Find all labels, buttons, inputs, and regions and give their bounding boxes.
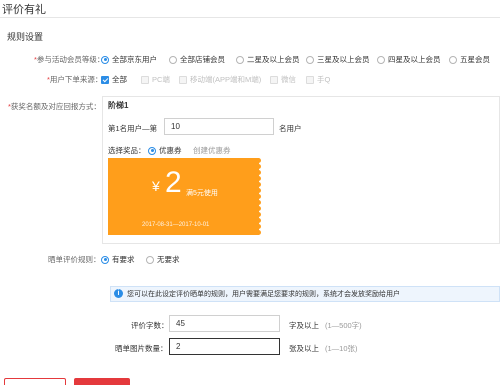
option-label: 无要求 (157, 255, 180, 264)
word-count-input[interactable]: 45 (169, 315, 280, 332)
word-count-label: 评价字数： (131, 321, 169, 330)
order-source-wechat[interactable]: 微信 (270, 74, 296, 85)
radio-icon (449, 55, 457, 64)
order-source-label-text: 用户下单来源： (49, 75, 103, 84)
checkbox-checked-icon (101, 75, 109, 84)
checkbox-icon (270, 75, 278, 84)
option-label: PC端 (152, 75, 170, 84)
option-label: 五星会员 (460, 55, 490, 64)
radio-icon (306, 55, 314, 64)
primary-button[interactable] (74, 378, 130, 385)
coupon-condition: 满5元使用 (186, 190, 218, 197)
word-count-hint: (1—500字) (325, 321, 362, 330)
radio-icon-selected (101, 55, 109, 64)
option-label: 二星及以上会员 (247, 55, 300, 64)
image-count-hint: (1—10张) (325, 344, 358, 353)
reward-label: *获奖名额及对应回报方式： (8, 102, 101, 111)
option-label: 全部京东用户 (112, 55, 157, 64)
secondary-button[interactable] (4, 378, 66, 385)
review-rule-none[interactable]: 无要求 (146, 254, 180, 265)
order-source-pc[interactable]: PC端 (141, 74, 170, 85)
radio-icon-selected (101, 255, 109, 264)
option-label: 移动端(APP端和M端) (190, 75, 262, 84)
create-coupon-link[interactable]: 创建优惠券 (193, 145, 231, 156)
reward-label-text: 获奖名额及对应回报方式： (10, 102, 101, 111)
checkbox-icon (306, 75, 314, 84)
option-label: 三星及以上会员 (317, 55, 370, 64)
top-bar (0, 0, 500, 18)
radio-icon (236, 55, 244, 64)
checkbox-icon (179, 75, 187, 84)
member-level-option-all-shop[interactable]: 全部店铺会员 (169, 54, 225, 65)
coupon-serrated-edge (253, 158, 261, 235)
word-count-suffix: 字及以上 (289, 321, 319, 330)
image-count-input[interactable]: 2 (169, 338, 280, 355)
gift-option-coupon[interactable]: 优惠券 (148, 145, 182, 156)
image-count-label: 晒单图片数量： (115, 344, 168, 353)
gift-label: 选择奖品： (108, 146, 146, 155)
option-label: 优惠券 (159, 146, 182, 155)
section-title: 规则设置 (7, 32, 44, 42)
review-rule-label: 晒单评价规则： (48, 255, 101, 264)
radio-icon-selected (148, 146, 156, 155)
member-level-option-all-jd[interactable]: 全部京东用户 (101, 54, 157, 65)
checkbox-icon (141, 75, 149, 84)
rule-notice-text: 您可以在此设定评价晒单的规则，用户需要满足您要求的规则，系统才会发放奖励给用户 (127, 291, 400, 298)
order-source-label: *用户下单来源： (47, 75, 103, 84)
rank-end-input[interactable]: 10 (164, 118, 274, 135)
rank-prefix: 第1名用户—第 (108, 124, 158, 133)
option-label: 全部 (112, 75, 127, 84)
order-source-qq[interactable]: 手Q (306, 74, 330, 85)
info-icon: i (114, 289, 123, 298)
review-rule-required[interactable]: 有要求 (101, 254, 135, 265)
member-level-label-text: 参与活动会员等级： (36, 55, 105, 64)
coupon-amount: 2 (165, 166, 182, 199)
radio-icon (169, 55, 177, 64)
option-label: 有要求 (112, 255, 135, 264)
member-level-option-3star[interactable]: 三星及以上会员 (306, 54, 370, 65)
coupon-currency: ¥ (152, 178, 160, 194)
member-level-option-5star[interactable]: 五星会员 (449, 54, 490, 65)
option-label: 微信 (281, 75, 296, 84)
option-label: 手Q (317, 75, 331, 84)
radio-icon (146, 255, 154, 264)
tier-title: 阶梯1 (108, 101, 129, 110)
page-title: 评价有礼 (2, 4, 46, 16)
image-count-suffix: 张及以上 (289, 344, 319, 353)
coupon-date-range: 2017-08-31—2017-10-01 (142, 222, 210, 228)
order-source-mobile[interactable]: 移动端(APP端和M端) (179, 74, 261, 85)
option-label: 全部店铺会员 (180, 55, 225, 64)
order-source-all[interactable]: 全部 (101, 74, 127, 85)
member-level-option-2star[interactable]: 二星及以上会员 (236, 54, 300, 65)
radio-icon (377, 55, 385, 64)
rank-suffix: 名用户 (279, 124, 302, 133)
option-label: 四星及以上会员 (388, 55, 441, 64)
member-level-option-4star[interactable]: 四星及以上会员 (377, 54, 441, 65)
member-level-label: *参与活动会员等级： (34, 55, 105, 64)
